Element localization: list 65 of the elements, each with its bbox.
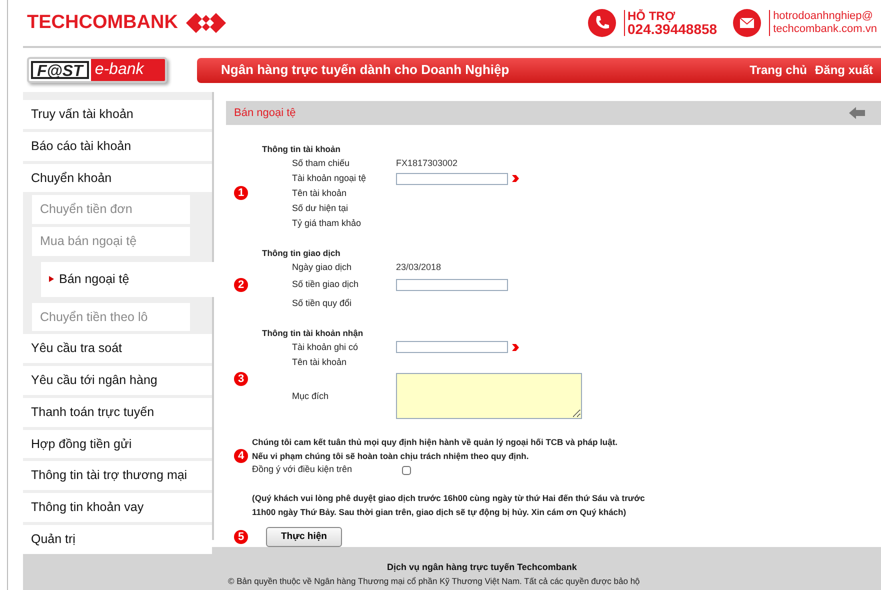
sidebar-item[interactable]: Thông tin khoản vay	[23, 493, 212, 522]
step-number: 2	[234, 278, 248, 292]
fast-ebank-logo: F@ST e-bank	[27, 57, 167, 83]
input-field[interactable]	[396, 341, 508, 354]
mail-icon	[733, 9, 762, 37]
bullet-icon	[49, 276, 54, 282]
step-number: 3	[234, 372, 248, 386]
field-label: Tên tài khoản	[292, 356, 348, 368]
note-text: 11h00 ngày Thứ Bảy. Sau thời gian trên, giao dịch sẽ tự động bị hủy. Xin cám ơn Quý khách)	[252, 506, 628, 519]
nav-link[interactable]: Trang chủ	[750, 61, 807, 79]
section-title: Thông tin tài khoản	[261, 143, 342, 156]
footer-title: Dịch vụ ngân hàng trực tuyến Techcombank	[386, 561, 578, 574]
input-field[interactable]	[396, 172, 508, 185]
sidebar-item[interactable]: Yêu cầu tra soát	[23, 334, 212, 363]
sidebar-item[interactable]: Hợp đồng tiền gửi	[23, 430, 212, 458]
statement-text: Chúng tôi cam kết tuân thủ mọi quy định hiện hành về quản lý ngoại hối TCB và pháp luật.	[252, 436, 618, 450]
field-label: Số tiền quy đổi	[292, 296, 353, 310]
input-field[interactable]	[396, 278, 508, 290]
submit-button[interactable]: Thực hiện	[266, 526, 342, 547]
field-label: Tài khoản ngoại tệ	[292, 172, 368, 185]
support-label: HỖ TRỢ	[628, 10, 676, 23]
field-label: Tỷ giá tham khảo	[292, 217, 362, 230]
page-title: Bán ngoại tệ	[234, 106, 296, 121]
sidebar-item[interactable]: Thông tin tài trợ thương mại	[23, 461, 212, 490]
section-title: Thông tin tài khoản nhận	[261, 326, 364, 340]
support-phone: 024.39448858	[628, 23, 718, 36]
sidebar-item[interactable]: Truy vấn tài khoản	[23, 100, 212, 129]
field-label: Tên tài khoản	[292, 187, 348, 200]
back-arrow-icon[interactable]	[849, 107, 865, 119]
nav-link[interactable]: Đăng xuất	[814, 61, 873, 79]
sidebar-item[interactable]: Chuyển tiền đơn	[32, 195, 190, 224]
sidebar-item[interactable]: Thanh toán trực tuyến	[23, 398, 212, 426]
section-title: Thông tin giao dịch	[261, 246, 342, 260]
sidebar-item[interactable]: Chuyển khoản	[23, 164, 212, 192]
field-value: FX1817303002	[396, 157, 458, 170]
arrow-icon[interactable]	[511, 174, 520, 184]
copyright-text: © Bản quyền thuộc về Ngân hàng Thương mại cổ phần Kỹ Thương Việt Nam. Tất cả các quyền được bảo hộ	[227, 574, 641, 588]
field-value: 23/03/2018	[396, 260, 442, 274]
text-area[interactable]	[396, 373, 582, 420]
step-number: 5	[234, 530, 248, 544]
field-label: Số tiền giao dịch	[292, 278, 360, 291]
statement-text: Nếu vi phạm chúng tôi sẽ hoàn toàn chịu trách nhiệm theo quy định.	[252, 450, 530, 464]
tagline: Ngân hàng trực tuyến dành cho Doanh Nghiệp	[221, 61, 510, 80]
email-text: techcombank.com.vn	[773, 23, 877, 36]
step-number: 1	[234, 186, 248, 200]
bank-name: TECHCOMBANK	[27, 10, 178, 35]
email-text: hotrodoanhnghiep@	[773, 10, 874, 23]
sidebar-item[interactable]: Yêu cầu tới ngân hàng	[23, 366, 212, 395]
sidebar-item[interactable]: Báo cáo tài khoản	[23, 132, 212, 160]
sidebar-item[interactable]: Bán ngoại tệ	[41, 262, 214, 296]
sidebar-item[interactable]: Mua bán ngoại tệ	[32, 227, 190, 256]
sidebar-item[interactable]: Chuyển tiền theo lô	[32, 302, 190, 332]
field-label: Tài khoản ghi có	[292, 340, 360, 354]
arrow-icon[interactable]	[511, 342, 520, 352]
note-text: (Quý khách vui lòng phê duyệt giao dịch trước 16h00 cùng ngày từ thứ Hai đến thứ Sáu và trước	[252, 492, 646, 505]
diamond-logo-icon	[186, 10, 226, 36]
checkbox-label: Đồng ý với điều kiện trên	[252, 463, 352, 476]
phone-icon	[588, 9, 616, 37]
field-label: Số tham chiếu	[292, 157, 351, 170]
agree-checkbox[interactable]	[402, 466, 411, 474]
field-label: Ngày giao dịch	[292, 260, 353, 274]
step-number: 4	[234, 449, 248, 463]
field-label: Số dư hiện tại	[292, 202, 350, 215]
field-label: Mục đích	[292, 390, 330, 402]
sidebar-item[interactable]: Quản trị	[23, 524, 212, 554]
